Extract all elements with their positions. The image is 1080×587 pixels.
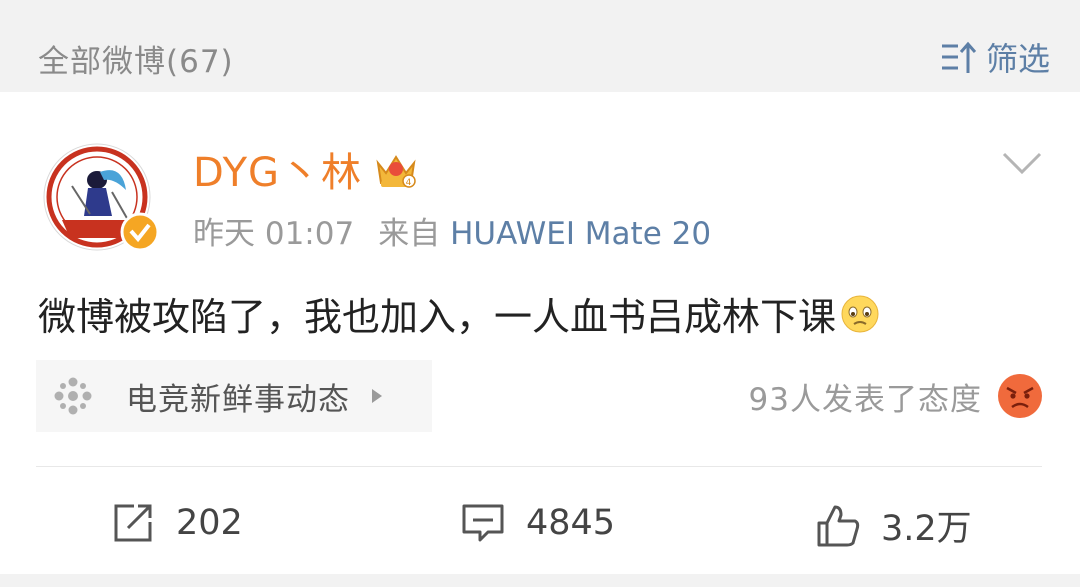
topic-tag[interactable]: 电竞新鲜事动态 [36, 360, 432, 432]
comment-button[interactable]: 4845 [460, 500, 615, 546]
comment-icon [462, 504, 504, 542]
post-content: 微博被攻陷了，我也加入，一人血书吕成林下课 [38, 286, 880, 341]
top-bar: 全部微博(67) 筛选 [0, 0, 1080, 92]
share-button[interactable]: 202 [110, 500, 243, 546]
filter-button[interactable]: 筛选 [940, 34, 1050, 80]
post-meta: 昨天 01:07 来自 HUAWEI Mate 20 [193, 208, 711, 253]
comment-count: 4845 [526, 503, 616, 543]
crown-level-4-icon[interactable]: 4 [374, 149, 418, 189]
sort-filter-icon [941, 41, 977, 73]
caret-right-icon [372, 389, 382, 403]
share-icon [114, 504, 152, 542]
filter-label: 筛选 [985, 40, 1050, 78]
like-count: 3.2万 [881, 509, 972, 549]
username-text: DYG丶林 [193, 150, 363, 196]
verified-badge-icon [120, 212, 160, 252]
post-card: DYG丶林 4 昨天 01:07 来自 HUAWEI Mate 20 微博被攻陷… [0, 92, 1080, 574]
source-prefix: 来自 [378, 216, 441, 252]
chevron-down-icon[interactable] [1000, 148, 1044, 178]
cluster-dots-icon [54, 377, 92, 415]
reaction-summary[interactable]: 93人发表了态度 [749, 372, 1044, 420]
sad-face-emoji [841, 295, 879, 332]
post-time: 昨天 01:07 [193, 216, 355, 252]
svg-text:4: 4 [406, 178, 413, 188]
all-posts-count: 全部微博(67) [38, 44, 234, 80]
reaction-text: 93人发表了态度 [748, 381, 982, 418]
post-author[interactable]: DYG丶林 4 [193, 140, 418, 198]
topic-label: 电竞新鲜事动态 [126, 381, 350, 418]
share-count: 202 [176, 503, 243, 543]
divider [36, 466, 1042, 467]
device-link[interactable]: HUAWEI Mate 20 [450, 216, 711, 252]
angry-face-emoji [998, 374, 1042, 418]
like-button[interactable]: 3.2万 [815, 500, 972, 551]
post-source: 来自 HUAWEI Mate 20 [378, 208, 711, 253]
post-text: 微博被攻陷了，我也加入，一人血书吕成林下课 [38, 295, 837, 339]
thumbs-up-icon [817, 505, 860, 546]
